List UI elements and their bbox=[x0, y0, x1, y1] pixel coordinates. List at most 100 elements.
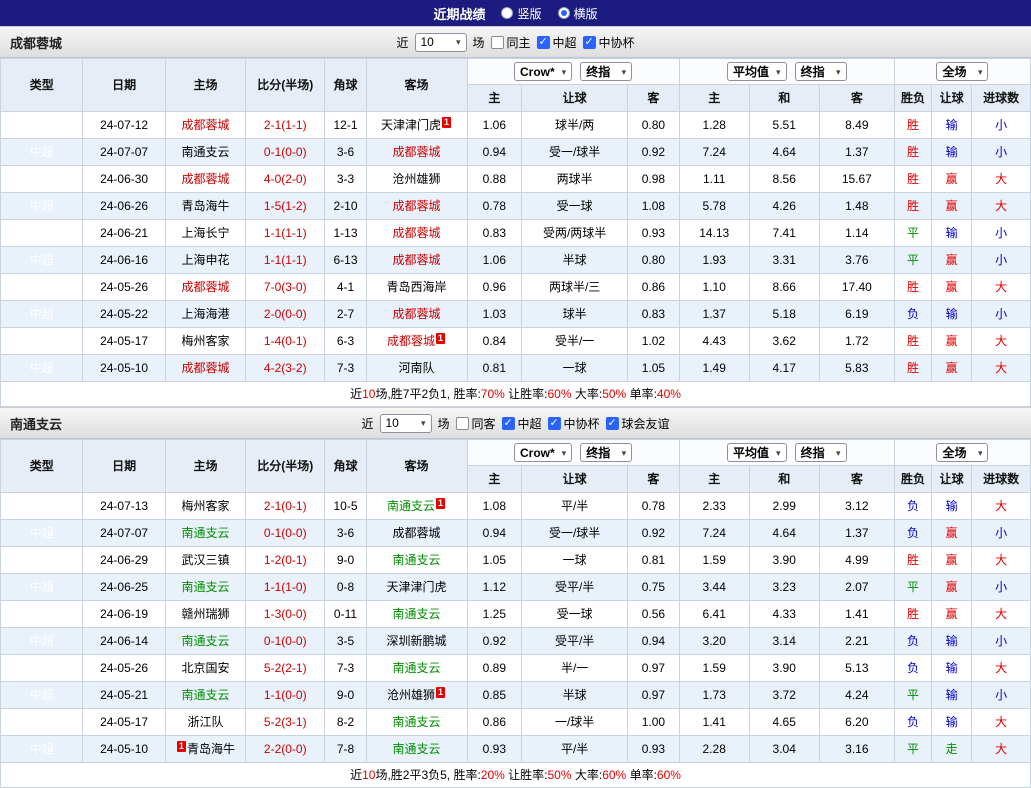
team-link[interactable]: 成都蓉城 bbox=[393, 253, 441, 267]
eu-home-odds-cell: 3.20 bbox=[679, 628, 749, 655]
summary-text: 60% bbox=[657, 768, 681, 782]
hcp-away-odds-cell: 1.05 bbox=[628, 355, 680, 382]
filter-bar: 近10▾场同客中超中协杯球会友谊 bbox=[361, 414, 669, 433]
col-header-result: 胜负 bbox=[894, 466, 931, 493]
team-link[interactable]: 成都蓉城 bbox=[181, 118, 229, 132]
hcp-line-cell: 受一球 bbox=[522, 193, 628, 220]
team-link[interactable]: 北京国安 bbox=[181, 661, 229, 675]
hcp-home-odds-cell: 0.81 bbox=[467, 355, 522, 382]
team-link[interactable]: 成都蓉城 bbox=[393, 199, 441, 213]
filter-checkbox[interactable]: 中超 bbox=[537, 34, 577, 51]
team-link[interactable]: 青岛海牛 bbox=[181, 199, 229, 213]
team-link[interactable]: 上海申花 bbox=[181, 253, 229, 267]
team-link[interactable]: 上海长宁 bbox=[181, 226, 229, 240]
eu-home-odds-cell: 2.33 bbox=[679, 493, 749, 520]
scope-select[interactable]: 全场▾ bbox=[936, 62, 988, 81]
filter-recent-label: 近 bbox=[361, 415, 373, 432]
hcp-home-odds-cell: 1.25 bbox=[467, 601, 522, 628]
filter-checkbox[interactable]: 同主 bbox=[490, 34, 530, 51]
filter-checkbox[interactable]: 中协杯 bbox=[548, 415, 600, 432]
corner-cell: 0-8 bbox=[325, 574, 366, 601]
result-cell: 胜 bbox=[894, 274, 931, 301]
europe-stage-select[interactable]: 终指▾ bbox=[795, 443, 847, 462]
team-link[interactable]: 南通支云 bbox=[181, 145, 229, 159]
team-link[interactable]: 梅州客家 bbox=[181, 499, 229, 513]
eu-home-odds-cell: 1.41 bbox=[679, 709, 749, 736]
hcp-home-odds-cell: 1.05 bbox=[467, 547, 522, 574]
result-cell: 胜 bbox=[894, 139, 931, 166]
team-link[interactable]: 赣州瑞狮 bbox=[181, 607, 229, 621]
team-link[interactable]: 南通支云 bbox=[393, 553, 441, 567]
layout-radio-vertical[interactable]: 竖版 bbox=[501, 5, 541, 22]
scope-select[interactable]: 全场▾ bbox=[936, 443, 988, 462]
col-header-eu-home: 主 bbox=[679, 85, 749, 112]
league-type-cell: 中超 bbox=[1, 547, 83, 574]
team-link[interactable]: 南通支云 bbox=[181, 688, 229, 702]
filter-checkbox[interactable]: 同客 bbox=[455, 415, 495, 432]
score-cell: 4-0(2-0) bbox=[246, 166, 325, 193]
team-link[interactable]: 成都蓉城 bbox=[393, 145, 441, 159]
recent-count-value: 10 bbox=[420, 35, 433, 49]
team-link[interactable]: 深圳新鹏城 bbox=[387, 634, 447, 648]
home-team-cell: 成都蓉城 bbox=[165, 112, 245, 139]
away-team-cell: 南通支云 bbox=[366, 547, 467, 574]
team-link[interactable]: 天津津门虎 bbox=[381, 118, 441, 132]
hcp-home-odds-cell: 1.12 bbox=[467, 574, 522, 601]
bookmaker-select[interactable]: Crow*▾ bbox=[514, 443, 572, 462]
team-link[interactable]: 成都蓉城 bbox=[181, 280, 229, 294]
team-link[interactable]: 成都蓉城 bbox=[181, 172, 229, 186]
team-link[interactable]: 青岛西海岸 bbox=[387, 280, 447, 294]
corner-cell: 7-8 bbox=[325, 736, 366, 763]
team-link[interactable]: 成都蓉城 bbox=[387, 334, 435, 348]
team-link[interactable]: 成都蓉城 bbox=[181, 361, 229, 375]
bookmaker-select[interactable]: Crow*▾ bbox=[514, 62, 572, 81]
recent-count-select[interactable]: 10▾ bbox=[379, 414, 431, 433]
eu-away-odds-cell: 2.21 bbox=[819, 628, 894, 655]
home-team-cell: 梅州客家 bbox=[165, 328, 245, 355]
eu-home-odds-cell: 7.24 bbox=[679, 139, 749, 166]
team-link[interactable]: 河南队 bbox=[399, 361, 435, 375]
layout-radio-horizontal[interactable]: 横版 bbox=[558, 5, 598, 22]
team-link[interactable]: 梅州客家 bbox=[181, 334, 229, 348]
team-link[interactable]: 武汉三镇 bbox=[181, 553, 229, 567]
col-header-score: 比分(半场) bbox=[246, 440, 325, 493]
filter-checkbox[interactable]: 球会友谊 bbox=[606, 415, 670, 432]
hcp-line-cell: 球半 bbox=[522, 301, 628, 328]
recent-count-select[interactable]: 10▾ bbox=[414, 33, 466, 52]
team-link[interactable]: 南通支云 bbox=[181, 634, 229, 648]
filter-checkbox[interactable]: 中协杯 bbox=[583, 34, 635, 51]
europe-stage-select[interactable]: 终指▾ bbox=[795, 62, 847, 81]
team-link[interactable]: 南通支云 bbox=[181, 526, 229, 540]
team-link[interactable]: 成都蓉城 bbox=[393, 307, 441, 321]
team-link[interactable]: 浙江队 bbox=[187, 715, 223, 729]
red-card-icon: 1 bbox=[436, 333, 445, 344]
match-row: 中超24-05-22上海海港2-0(0-0)2-7成都蓉城1.03球半0.831… bbox=[1, 301, 1031, 328]
team-link[interactable]: 沧州雄狮 bbox=[393, 172, 441, 186]
handicap-stage-select[interactable]: 终指▾ bbox=[580, 443, 632, 462]
team-link[interactable]: 南通支云 bbox=[393, 661, 441, 675]
handicap-stage-select[interactable]: 终指▾ bbox=[580, 62, 632, 81]
team-link[interactable]: 成都蓉城 bbox=[393, 526, 441, 540]
team-link[interactable]: 南通支云 bbox=[393, 742, 441, 756]
filter-checkbox[interactable]: 中超 bbox=[502, 415, 542, 432]
team-link[interactable]: 沧州雄狮 bbox=[387, 688, 435, 702]
average-select[interactable]: 平均值▾ bbox=[727, 62, 787, 81]
average-select[interactable]: 平均值▾ bbox=[727, 443, 787, 462]
team-link[interactable]: 青岛海牛 bbox=[187, 742, 235, 756]
team-link[interactable]: 成都蓉城 bbox=[393, 226, 441, 240]
team-link[interactable]: 南通支云 bbox=[181, 580, 229, 594]
team-link[interactable]: 南通支云 bbox=[393, 715, 441, 729]
goals-result-cell: 大 bbox=[972, 736, 1031, 763]
team-link[interactable]: 天津津门虎 bbox=[387, 580, 447, 594]
chevron-down-icon: ▾ bbox=[562, 440, 567, 466]
hcp-line-cell: 受两/两球半 bbox=[522, 220, 628, 247]
hcp-result-cell: 赢 bbox=[932, 574, 972, 601]
team-link[interactable]: 南通支云 bbox=[393, 607, 441, 621]
hcp-line-cell: 一球 bbox=[522, 355, 628, 382]
hcp-result-cell: 输 bbox=[932, 682, 972, 709]
checkbox-icon bbox=[583, 36, 596, 49]
team-link[interactable]: 南通支云 bbox=[387, 499, 435, 513]
date-cell: 24-05-26 bbox=[83, 655, 165, 682]
team-link[interactable]: 上海海港 bbox=[181, 307, 229, 321]
eu-home-odds-cell: 4.43 bbox=[679, 328, 749, 355]
